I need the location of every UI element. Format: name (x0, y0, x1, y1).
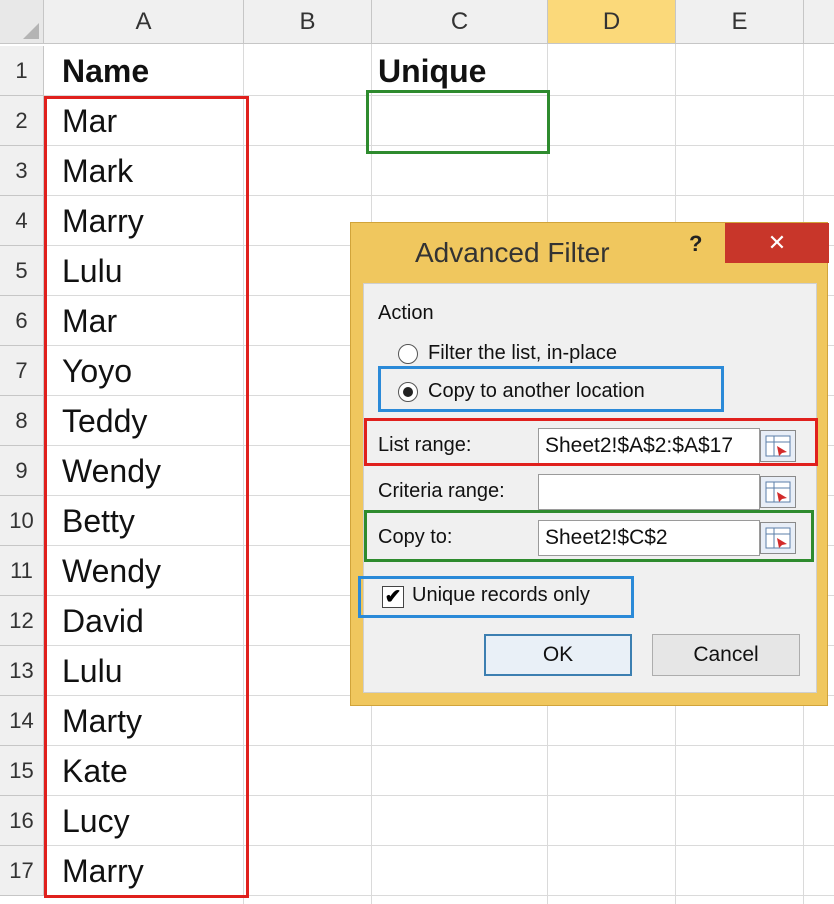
row-header-7[interactable]: 7 (0, 346, 44, 396)
row-header-6[interactable]: 6 (0, 296, 44, 346)
ok-button[interactable]: OK (484, 634, 632, 676)
column-header-b[interactable]: B (244, 0, 372, 44)
dialog-body: Action Filter the list, in-place Copy to… (358, 283, 818, 693)
radio-filter-in-place[interactable] (398, 344, 418, 364)
row-header-13[interactable]: 13 (0, 646, 44, 696)
row-header-3[interactable]: 3 (0, 146, 44, 196)
cell-c1[interactable]: Unique (360, 46, 548, 96)
row-header-4[interactable]: 4 (0, 196, 44, 246)
cancel-button[interactable]: Cancel (652, 634, 800, 676)
dialog-title: Advanced Filter (415, 237, 610, 268)
row-header-10[interactable]: 10 (0, 496, 44, 546)
column-header-a[interactable]: A (44, 0, 244, 44)
column-header-d[interactable]: D (548, 0, 676, 44)
radio-filter-in-place-label[interactable]: Filter the list, in-place (428, 342, 617, 365)
criteria-range-label: Criteria range: (378, 480, 505, 502)
action-group-label: Action (378, 302, 434, 324)
row-header-8[interactable]: 8 (0, 396, 44, 446)
copy-location-highlight (378, 366, 724, 412)
cell-a1[interactable]: Name (44, 46, 244, 96)
row-header-2[interactable]: 2 (0, 96, 44, 146)
advanced-filter-dialog: Advanced Filter ? ✕ Action Filter the li… (350, 222, 829, 706)
row-header-5[interactable]: 5 (0, 246, 44, 296)
range-picker-icon (765, 481, 791, 503)
select-all-triangle-icon (23, 23, 39, 39)
column-header-f-partial[interactable] (804, 0, 834, 44)
criteria-range-input[interactable] (538, 474, 760, 510)
criteria-range-picker-button[interactable] (760, 476, 796, 508)
column-header-e[interactable]: E (676, 0, 804, 44)
unique-records-highlight (358, 576, 634, 618)
row-header-16[interactable]: 16 (0, 796, 44, 846)
list-range-highlight (44, 96, 249, 898)
row-header-14[interactable]: 14 (0, 696, 44, 746)
row-header-9[interactable]: 9 (0, 446, 44, 496)
help-icon[interactable]: ? (689, 231, 702, 257)
row-header-11[interactable]: 11 (0, 546, 44, 596)
row-header-17[interactable]: 17 (0, 846, 44, 896)
copy-to-row-highlight (364, 510, 814, 562)
copy-to-cell-highlight (366, 90, 550, 154)
row-header-12[interactable]: 12 (0, 596, 44, 646)
row-header-1[interactable]: 1 (0, 46, 44, 96)
close-button[interactable]: ✕ (725, 223, 829, 263)
close-icon: ✕ (767, 230, 787, 255)
column-header-c[interactable]: C (372, 0, 548, 44)
select-all-button[interactable] (0, 0, 44, 44)
row-header-15[interactable]: 15 (0, 746, 44, 796)
list-range-row-highlight (364, 418, 818, 466)
